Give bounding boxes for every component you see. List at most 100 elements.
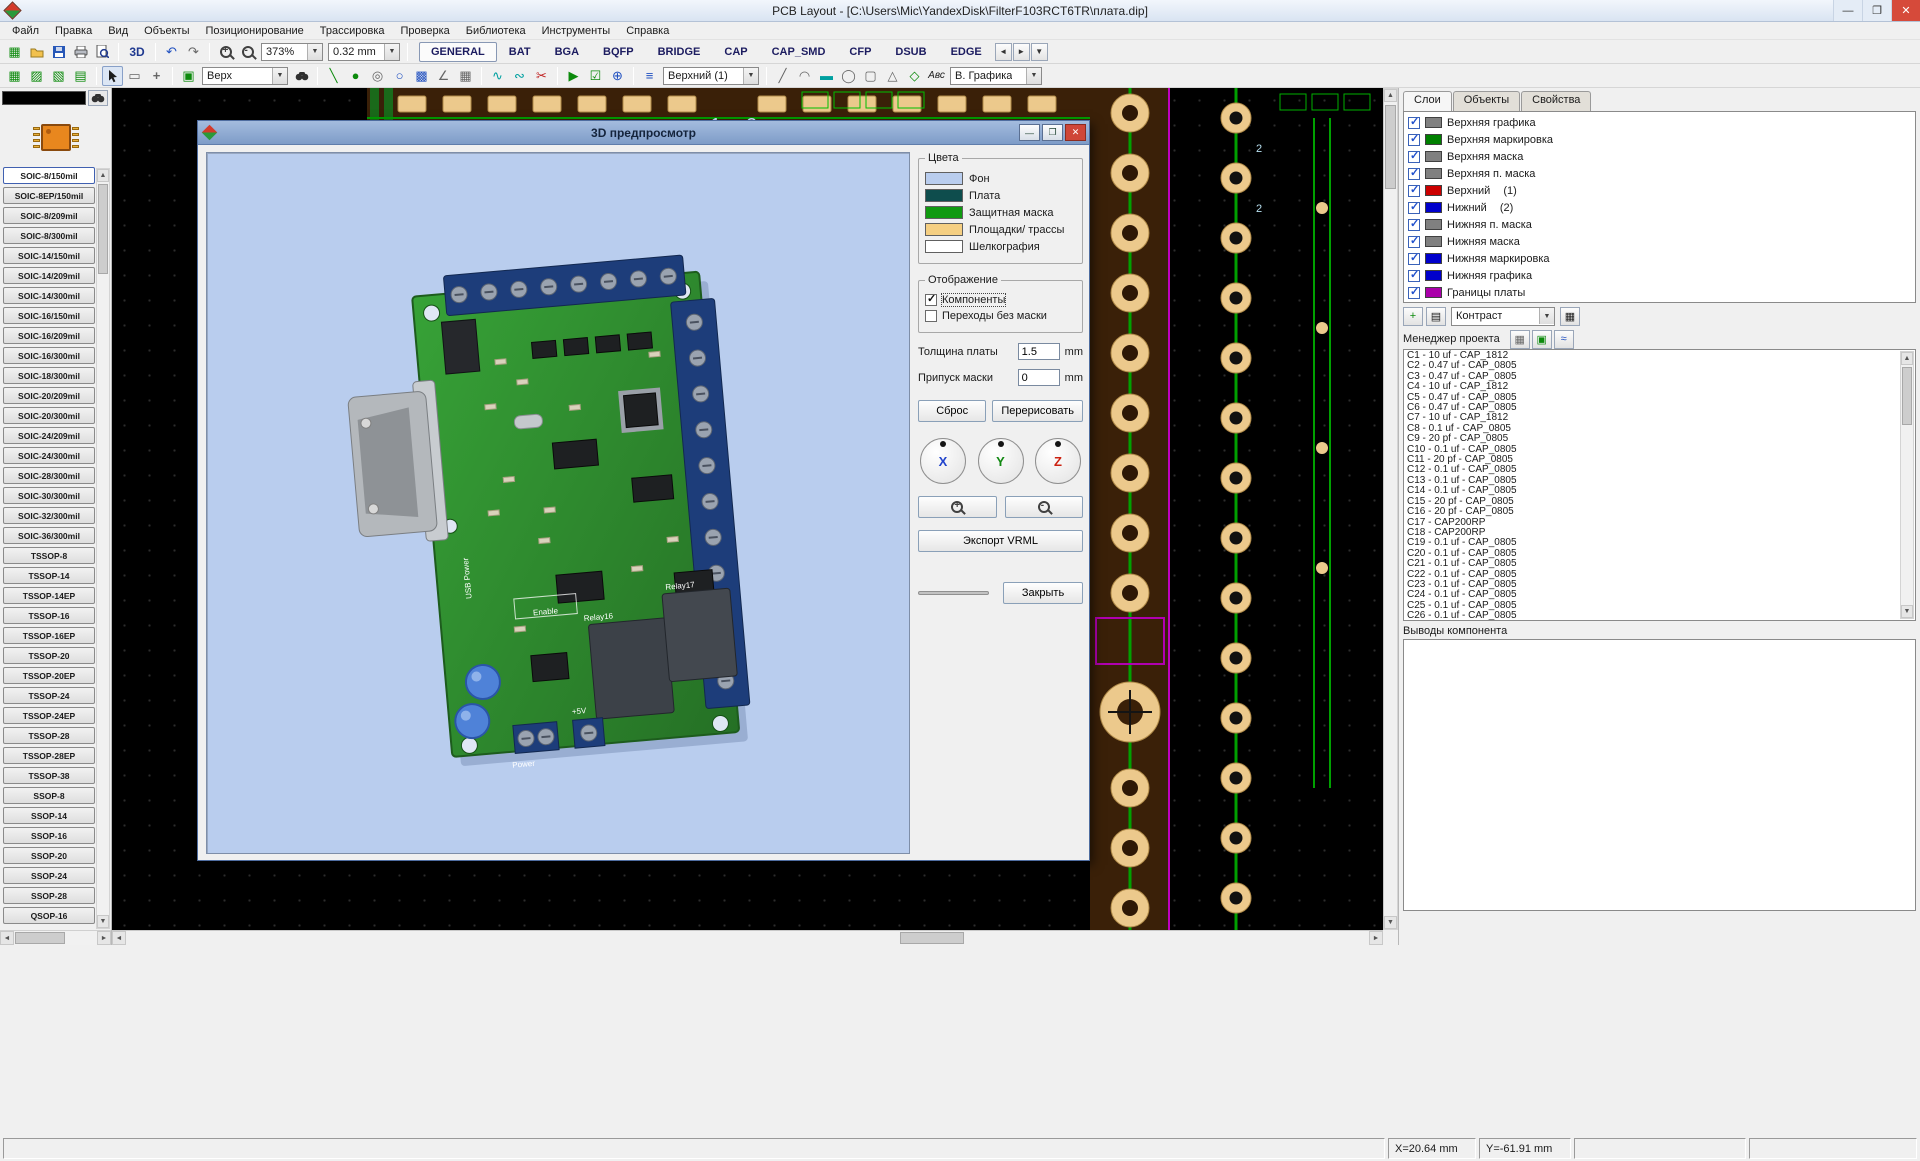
scroll-down-icon[interactable]: ▼ <box>97 915 109 928</box>
library-tab[interactable]: CAP <box>712 42 759 62</box>
pm-table-view-icon[interactable]: ▦ <box>1510 330 1530 349</box>
layer-color-swatch[interactable] <box>1425 134 1442 145</box>
pattern-list-item[interactable]: TSSOP-16EP <box>3 627 95 644</box>
copper-pour-tool[interactable]: ▩ <box>411 66 432 86</box>
canvas-hscrollbar[interactable]: ◄ ► <box>112 930 1383 945</box>
line-tool[interactable]: ╱ <box>772 66 793 86</box>
contrast-settings-icon[interactable]: ▦ <box>1560 307 1580 326</box>
menu-item[interactable]: Позиционирование <box>198 24 312 38</box>
scroll-down-icon[interactable]: ▼ <box>1384 916 1397 929</box>
save-icon[interactable] <box>48 42 69 62</box>
place-pad-tool[interactable]: ● <box>345 66 366 86</box>
zoom-in-icon[interactable]: + <box>215 42 236 62</box>
grid-table-icon[interactable]: ▦ <box>455 66 476 86</box>
layer-row[interactable]: Верхняя графика <box>1408 114 1911 131</box>
layer-row[interactable]: Верхний (1) <box>1408 182 1911 199</box>
place-trace-tool[interactable]: ╲ <box>323 66 344 86</box>
redraw-button[interactable]: Перерисовать <box>992 400 1083 422</box>
pattern-list-item[interactable]: SSOP-20 <box>3 847 95 864</box>
verify-design-icon[interactable]: ☑ <box>585 66 606 86</box>
3d-viewport[interactable]: Enable Relay16 Relay17 USB Power Power +… <box>206 152 910 854</box>
layer-row[interactable]: Верхняя маркировка <box>1408 131 1911 148</box>
library-tab[interactable]: CFP <box>837 42 883 62</box>
pattern-list-item[interactable]: SOIC-14/150mil <box>3 247 95 264</box>
minimize-button[interactable]: — <box>1833 0 1862 21</box>
pattern-list-item[interactable]: SOIC-8EP/150mil <box>3 187 95 204</box>
pattern-list-item[interactable]: SOIC-16/209mil <box>3 327 95 344</box>
layer-row[interactable]: Нижняя п. маска <box>1408 216 1911 233</box>
scroll-right-icon[interactable]: ► <box>1369 931 1383 945</box>
layer-color-swatch[interactable] <box>1425 287 1442 298</box>
library-scroll-right-icon[interactable]: ► <box>1013 43 1030 61</box>
scroll-left-icon[interactable]: ◄ <box>112 931 126 945</box>
pattern-list-item[interactable]: TSSOP-20 <box>3 647 95 664</box>
layer-color-swatch[interactable] <box>1425 168 1442 179</box>
library-tab[interactable]: BRIDGE <box>646 42 713 62</box>
sidebar-hscrollbar[interactable]: ◄ ► <box>0 930 111 945</box>
scroll-up-icon[interactable]: ▲ <box>1901 352 1913 365</box>
layer-row[interactable]: Нижний (2) <box>1408 199 1911 216</box>
search-icon[interactable] <box>291 66 312 86</box>
contrast-select[interactable]: Контраст▼ <box>1451 307 1555 326</box>
pattern-list-item[interactable]: SOIC-24/209mil <box>3 427 95 444</box>
canvas-vscrollbar[interactable]: ▲ ▼ <box>1383 88 1398 930</box>
pm-nets-view-icon[interactable]: ≈ <box>1554 330 1574 349</box>
layer-visibility-checkbox[interactable] <box>1408 202 1420 214</box>
rotation-dial[interactable]: Z <box>1035 438 1081 484</box>
layer-row[interactable]: Нижняя маска <box>1408 233 1911 250</box>
scroll-left-icon[interactable]: ◄ <box>0 931 14 945</box>
text-tool[interactable]: Aвс <box>926 66 947 86</box>
redo-icon[interactable]: ↷ <box>183 42 204 62</box>
pattern-list-item[interactable]: SOIC-18/300mil <box>3 367 95 384</box>
board-outline-tool[interactable]: ▭ <box>124 66 145 86</box>
new-board-icon[interactable]: ▦ <box>4 42 25 62</box>
combo-arrow-icon[interactable]: ▼ <box>743 68 758 84</box>
dialog-close-button[interactable]: ✕ <box>1065 124 1086 141</box>
print-icon[interactable] <box>70 42 91 62</box>
library-tab[interactable]: EDGE <box>939 42 994 62</box>
component-list-item[interactable]: C21 - 0.1 uf - CAP_0805 <box>1407 559 1897 569</box>
scroll-down-icon[interactable]: ▼ <box>1901 605 1913 618</box>
pattern-list-item[interactable]: SOIC-16/300mil <box>3 347 95 364</box>
run-autorouter-icon[interactable]: ▶ <box>563 66 584 86</box>
net-manager-icon[interactable]: ⊕ <box>607 66 628 86</box>
pattern-list-item[interactable]: SOIC-24/300mil <box>3 447 95 464</box>
pattern-list-item[interactable]: SOIC-14/300mil <box>3 287 95 304</box>
rounded-rect-tool[interactable]: ▢ <box>860 66 881 86</box>
layers-grid-icon[interactable]: ▦ <box>4 66 25 86</box>
menu-item[interactable]: Справка <box>618 24 677 38</box>
pattern-list-item[interactable]: SOIC-8/150mil <box>3 167 95 184</box>
pattern-list-item[interactable]: TSSOP-38 <box>3 767 95 784</box>
ellipse-tool[interactable]: ◯ <box>838 66 859 86</box>
layer-row[interactable]: Границы платы <box>1408 284 1911 301</box>
polygon-tool[interactable]: ◇ <box>904 66 925 86</box>
zoom-out-icon[interactable]: - <box>237 42 258 62</box>
combo-arrow-icon[interactable]: ▼ <box>272 68 287 84</box>
place-circle-tool[interactable]: ○ <box>389 66 410 86</box>
open-file-icon[interactable] <box>26 42 47 62</box>
menu-item[interactable]: Вид <box>100 24 136 38</box>
combo-arrow-icon[interactable]: ▼ <box>307 44 322 60</box>
combo-arrow-icon[interactable]: ▼ <box>384 44 399 60</box>
layer-properties-icon[interactable]: ▤ <box>1426 307 1446 326</box>
pattern-list-item[interactable]: TSSOP-8 <box>3 547 95 564</box>
scroll-right-icon[interactable]: ► <box>97 931 111 945</box>
pattern-list-item[interactable]: TSSOP-14 <box>3 567 95 584</box>
reset-button[interactable]: Сброс <box>918 400 986 422</box>
pattern-list-item[interactable]: SOIC-28/300mil <box>3 467 95 484</box>
menu-item[interactable]: Правка <box>47 24 100 38</box>
component-list-item[interactable]: C26 - 0.1 uf - CAP_0805 <box>1407 611 1897 620</box>
dialog-maximize-button[interactable]: ❐ <box>1042 124 1063 141</box>
component-icon[interactable]: ▤ <box>70 66 91 86</box>
route-manual-tool[interactable]: ∿ <box>487 66 508 86</box>
arc-tool[interactable]: ◠ <box>794 66 815 86</box>
panel-tab[interactable]: Слои <box>1403 91 1452 111</box>
graphics-layer-select[interactable]: В. Графика▼ <box>950 67 1042 85</box>
pattern-list-item[interactable]: SOIC-20/209mil <box>3 387 95 404</box>
combo-arrow-icon[interactable]: ▼ <box>1026 68 1041 84</box>
library-tab[interactable]: CAP_SMD <box>760 42 838 62</box>
rotation-dial[interactable]: X <box>920 438 966 484</box>
undo-icon[interactable]: ↶ <box>161 42 182 62</box>
layer-visibility-checkbox[interactable] <box>1408 151 1420 163</box>
detail-slider[interactable] <box>918 591 989 595</box>
